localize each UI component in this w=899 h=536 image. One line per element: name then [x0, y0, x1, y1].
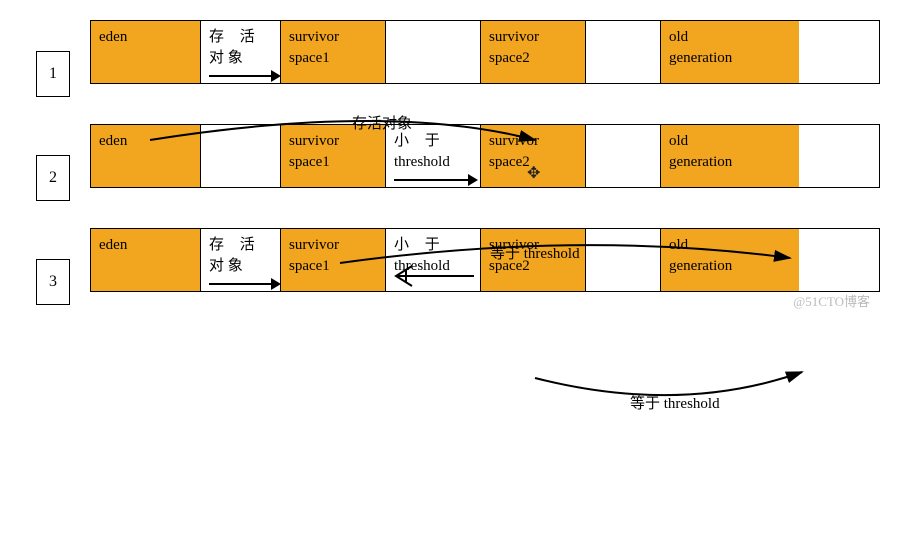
survivor2-l1: survivor [489, 27, 577, 48]
survivor1-l1: survivor [289, 131, 377, 152]
survivor1-l2: space1 [289, 256, 377, 277]
old-gen-box: old generation [661, 229, 799, 291]
old-l2: generation [669, 256, 791, 277]
gap-box [586, 21, 661, 83]
gap-box [386, 21, 481, 83]
survivor1-l2: space1 [289, 152, 377, 173]
old-l2: generation [669, 152, 791, 173]
survivor2-box: survivor space2 ✥ [481, 125, 586, 187]
survivor2-box: survivor space2 [481, 229, 586, 291]
step-2-row: 2 eden survivor space1 小 于 threshold sur… [90, 124, 880, 188]
survive-text-l2: 对 象 [209, 48, 272, 69]
arrow-icon [209, 283, 279, 285]
survivor2-l1: survivor [489, 235, 577, 256]
old-l1: old [669, 235, 791, 256]
survivor1-l2: space1 [289, 48, 377, 69]
survive-object-slot: 存 活 对 象 [201, 229, 281, 291]
gc-promotion-diagram: 1 eden 存 活 对 象 survivor space1 survivor … [90, 20, 880, 292]
eden-box: eden [91, 229, 201, 291]
survivor2-l1: survivor [489, 131, 577, 152]
gap-box [201, 125, 281, 187]
arrow-icon [394, 179, 476, 181]
survive-text-l1: 存 活 [209, 235, 272, 256]
arrow-icon [209, 75, 279, 77]
lt-threshold-slot: 小 于 threshold [386, 229, 481, 291]
watermark-text: @51CTO博客 [793, 291, 870, 310]
survivor1-box: survivor space1 [281, 229, 386, 291]
old-gen-box: old generation [661, 21, 799, 83]
arc3-label: 等于 threshold [630, 394, 720, 412]
survivor1-l1: survivor [289, 27, 377, 48]
move-cursor-icon: ✥ [527, 163, 540, 185]
survive-object-slot: 存 活 对 象 [201, 21, 281, 83]
survive-text-l1: 存 活 [209, 27, 272, 48]
old-l1: old [669, 131, 791, 152]
survivor1-box: survivor space1 [281, 21, 386, 83]
survivor1-box: survivor space1 [281, 125, 386, 187]
lt-threshold-l2: threshold [394, 152, 472, 173]
lt-threshold-l1: 小 于 [394, 235, 472, 256]
lt-threshold-l1: 小 于 [394, 131, 472, 152]
old-l1: old [669, 27, 791, 48]
survive-text-l2: 对 象 [209, 256, 272, 277]
arrow-left-icon [386, 263, 481, 289]
eden-box: eden [91, 21, 201, 83]
gap-box [586, 229, 661, 291]
old-l2: generation [669, 48, 791, 69]
step-1-label: 1 [36, 51, 70, 97]
step-1-row: 1 eden 存 活 对 象 survivor space1 survivor … [90, 20, 880, 84]
eden-box: eden [91, 125, 201, 187]
survivor1-l1: survivor [289, 235, 377, 256]
survivor2-l2: space2 [489, 48, 577, 69]
step-2-label: 2 [36, 155, 70, 201]
survivor2-l2: space2 [489, 256, 577, 277]
step-3-row: 3 eden 存 活 对 象 survivor space1 小 于 thres… [90, 228, 880, 292]
lt-threshold-slot: 小 于 threshold [386, 125, 481, 187]
old-gen-box: old generation [661, 125, 799, 187]
step-3-label: 3 [36, 259, 70, 305]
gap-box [586, 125, 661, 187]
survivor2-box: survivor space2 [481, 21, 586, 83]
